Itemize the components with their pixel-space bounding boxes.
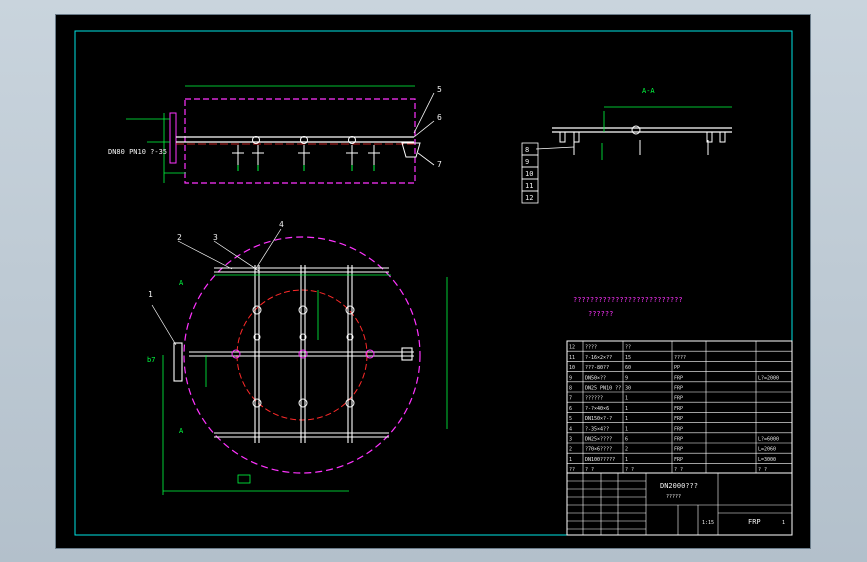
bom-cell-qty: 60 <box>625 365 631 371</box>
bom-cell-qty: 1 <box>625 457 628 463</box>
bom-cell-qty: 15 <box>625 355 631 361</box>
bom-cell-unit: FRP <box>674 396 683 402</box>
bom-cell-name: ?-16×2×?? <box>585 355 612 361</box>
callout-6: 6 <box>437 113 442 122</box>
drawing-title: DN2000??? <box>660 482 698 490</box>
bom-cell-name: ?70×6???? <box>585 447 612 453</box>
callout-4: 4 <box>279 220 284 229</box>
bom-cell-name: ?-35×4?? <box>585 426 609 432</box>
bom-cell-name: DN100????? <box>585 457 615 463</box>
bom-table: 12???? ??11 ?-16×2×?? 15 ????10 ???-80?? 60 PP9… <box>566 340 793 474</box>
plan-view: 1 2 3 4 b7 A A <box>147 220 448 495</box>
bom-cell-unit: FRP <box>674 406 683 412</box>
bom-cell-qty: ?? <box>625 345 631 351</box>
bom-cell-no: 10 <box>569 365 575 371</box>
bom-cell-name: DN25 PN10 ?? <box>585 386 621 392</box>
outlet-support <box>401 142 421 158</box>
callout-7: 7 <box>437 160 442 169</box>
bom-cell-qty: 2 <box>625 447 628 453</box>
bom-cell-unit: FRP <box>674 386 683 392</box>
bom-cell-unit: FRP <box>674 426 683 432</box>
bom-cell-name: ???? <box>585 345 597 351</box>
elevation-view: DN80 PN10 ?-35 5 6 7 <box>108 85 442 184</box>
bom-cell-qty: 1 <box>625 416 628 422</box>
section-view: A-A 8 9 10 11 12 <box>521 87 732 204</box>
bom-cell-no: 8 <box>569 386 572 392</box>
bom-cell-unit: FRP <box>674 457 683 463</box>
bom-cell-qty: 1 <box>625 396 628 402</box>
bom-cell-no: 3 <box>569 437 572 443</box>
callout-9: 9 <box>525 158 529 166</box>
bom-cell-name: DN25×???? <box>585 437 612 443</box>
inlet-flange <box>169 112 177 164</box>
bom-cell-name: ???-80?? <box>585 365 609 371</box>
bom-cell-unit: FRP <box>674 437 683 443</box>
bom-cell-qty: 1 <box>625 406 628 412</box>
bom-cell-unit: ???? <box>674 355 686 361</box>
bom-cell-unit: FRP <box>674 375 683 381</box>
bom-cell-no: 11 <box>569 355 575 361</box>
bom-cell-note: ? ? <box>758 467 767 473</box>
bom-cell-unit: FRP <box>674 447 683 453</box>
bom-cell-note: L?=6000 <box>758 437 779 443</box>
bom-cell-qty: 1 <box>625 426 628 432</box>
bom-cell-name: DN50×?? <box>585 375 606 381</box>
bom-cell-name: DN150×?-? <box>585 416 612 422</box>
title-block: DN2000??? ????? 1:15 FRP 1 <box>566 472 793 536</box>
drawing-subtitle: ????? <box>666 494 681 500</box>
bom-cell-name: ?????? <box>585 396 603 402</box>
bom-cell-no: 2 <box>569 447 572 453</box>
callout-5: 5 <box>437 85 442 94</box>
tank-outline-hidden <box>184 98 416 184</box>
bom-cell-no: 5 <box>569 416 572 422</box>
cad-drawing: DN80 PN10 ?-35 5 6 7 A-A 8 9 10 11 12 1 … <box>74 30 793 536</box>
section-mark-a-top: A <box>179 279 184 287</box>
bom-cell-unit: FRP <box>674 416 683 422</box>
plan-note-b7: b7 <box>147 356 155 364</box>
section-label: A-A <box>642 87 655 95</box>
callout-1: 1 <box>148 290 153 299</box>
tech-note-2: ?????? <box>588 310 613 318</box>
bom-cell-no: 7 <box>569 396 572 402</box>
callout-11: 11 <box>525 182 533 190</box>
bom-cell-name: ?-?×40×6 <box>585 406 609 412</box>
bom-cell-qty: ? ? <box>625 467 634 473</box>
bom-cell-qty: 30 <box>625 386 631 392</box>
elevation-note: DN80 PN10 ?-35 <box>108 148 167 156</box>
bom-cell-no: 12 <box>569 345 575 351</box>
bom-cell-no: ?? <box>569 467 575 473</box>
callout-12: 12 <box>525 194 533 202</box>
cad-viewport[interactable]: DN80 PN10 ?-35 5 6 7 A-A 8 9 10 11 12 1 … <box>55 14 811 549</box>
bom-cell-unit: ? ? <box>674 467 683 473</box>
callout-3: 3 <box>213 233 218 242</box>
drawing-scale: 1:15 <box>702 520 714 526</box>
bom-cell-note: L=2060 <box>758 447 776 453</box>
callout-10: 10 <box>525 170 533 178</box>
bom-cell-note: L=3000 <box>758 457 776 463</box>
callout-2: 2 <box>177 233 182 242</box>
tech-note-1: ?????????????????????????? <box>573 296 683 304</box>
bom-cell-no: 1 <box>569 457 572 463</box>
bom-cell-name: ? ? <box>585 467 594 473</box>
bom-cell-no: 9 <box>569 375 572 381</box>
section-mark-a-bottom: A <box>179 427 184 435</box>
bom-cell-no: 6 <box>569 406 572 412</box>
bom-cell-note: L?=2000 <box>758 375 779 381</box>
drawing-sheet: 1 <box>782 520 785 526</box>
bom-cell-qty: 6 <box>625 437 628 443</box>
bom-cell-qty: 9 <box>625 375 628 381</box>
drawing-material: FRP <box>748 518 761 526</box>
callout-8: 8 <box>525 146 529 154</box>
bom-cell-no: 4 <box>569 426 572 432</box>
bom-cell-unit: PP <box>674 365 680 371</box>
